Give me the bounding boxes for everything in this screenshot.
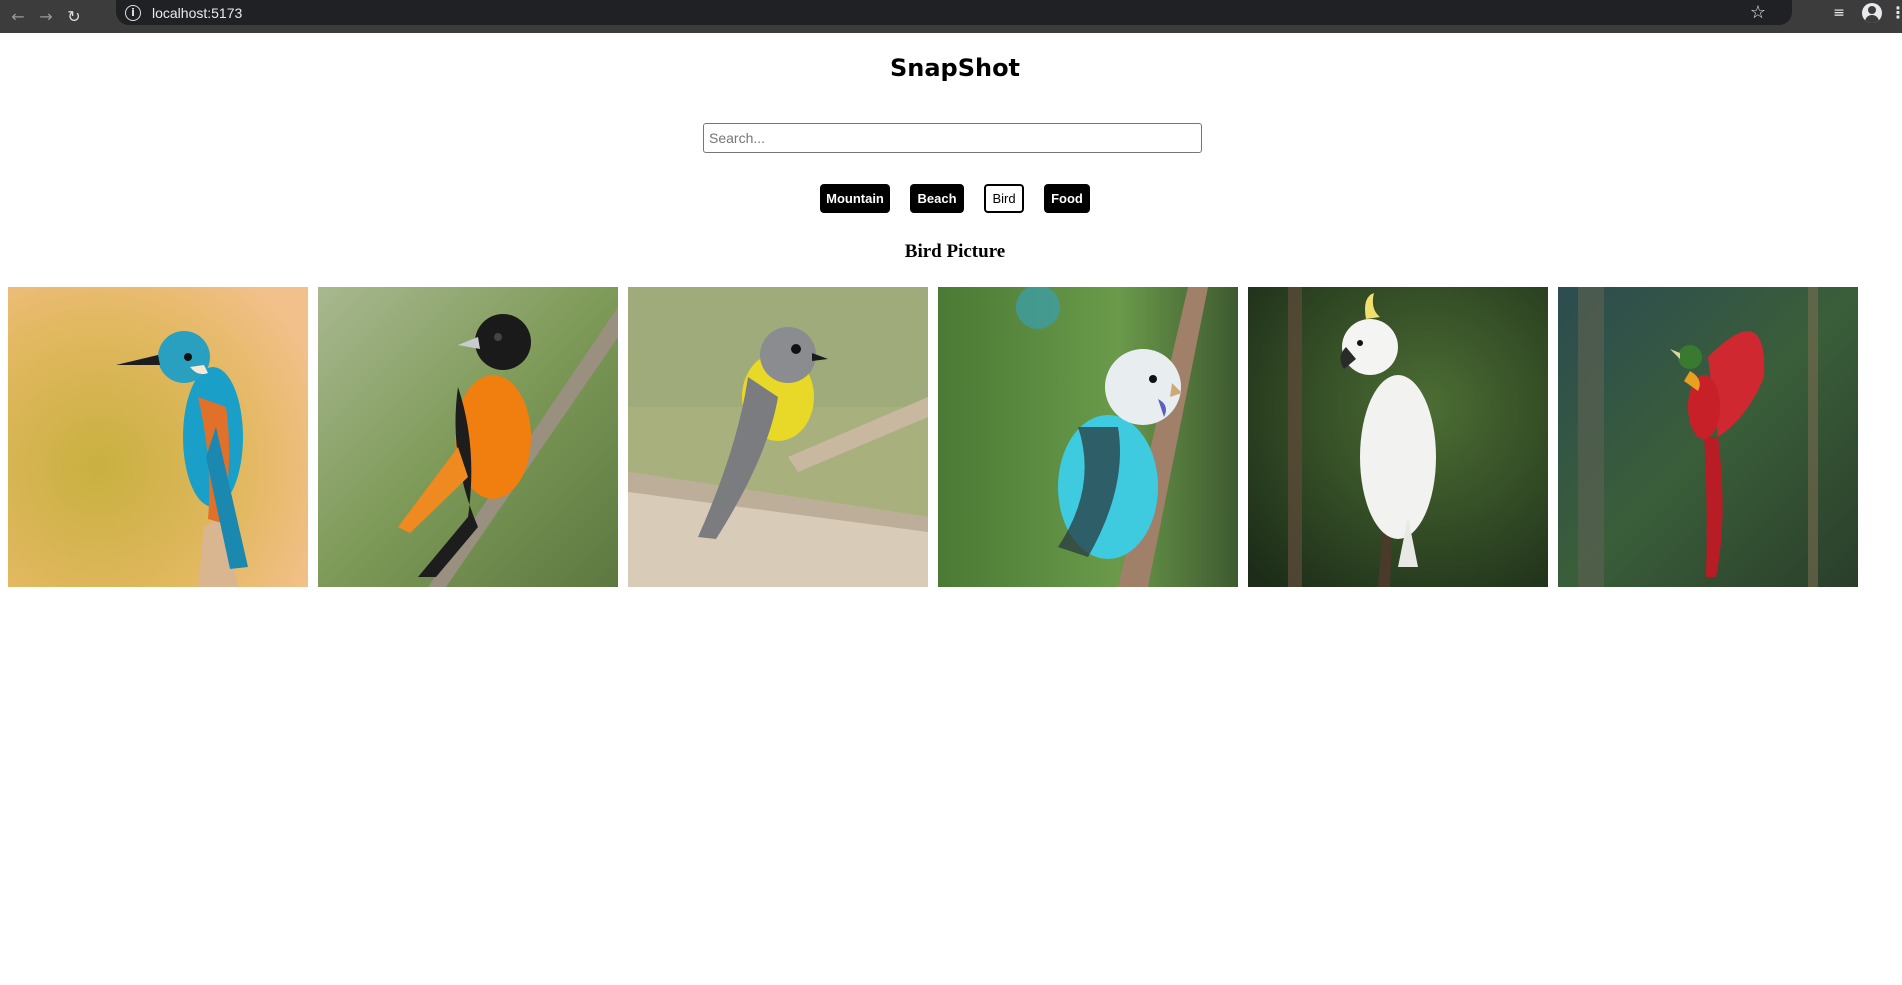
- cockatoo-photo[interactable]: [1248, 287, 1548, 587]
- bird-filter-button[interactable]: Bird: [984, 184, 1024, 213]
- cockatoo-image: [1248, 287, 1548, 587]
- budgerigar-photo[interactable]: [938, 287, 1238, 587]
- kingfisher-photo[interactable]: [8, 287, 308, 587]
- bird-of-paradise-image: [1558, 287, 1858, 587]
- yellow-robin-image: [628, 287, 928, 587]
- url-text[interactable]: localhost:5173: [152, 5, 242, 21]
- gallery-heading: Bird Picture: [904, 241, 1006, 262]
- bookmark-star-icon[interactable]: ☆: [1750, 2, 1766, 23]
- page-content: SnapShot Mountain Beach Bird Food Bird P…: [0, 33, 1902, 985]
- kingfisher-image: [8, 287, 308, 587]
- forward-arrow-icon[interactable]: →: [32, 3, 60, 31]
- toolbar-right-icons: ≡ ⋮: [1824, 0, 1902, 25]
- bird-of-paradise-photo[interactable]: [1558, 287, 1858, 587]
- yellow-robin-photo[interactable]: [628, 287, 928, 587]
- app-title: SnapShot: [889, 54, 1021, 82]
- beach-filter-button[interactable]: Beach: [910, 184, 964, 213]
- budgerigar-image: [938, 287, 1238, 587]
- profile-icon[interactable]: [1862, 2, 1882, 23]
- food-filter-button[interactable]: Food: [1044, 184, 1090, 213]
- oriole-photo[interactable]: [318, 287, 618, 587]
- filter-button-group: Mountain Beach Bird Food: [0, 184, 1902, 213]
- address-bar[interactable]: i localhost:5173 ☆: [116, 0, 1792, 25]
- media-controls-icon[interactable]: ≡: [1824, 5, 1854, 21]
- mountain-filter-button[interactable]: Mountain: [820, 184, 890, 213]
- back-arrow-icon[interactable]: ←: [4, 3, 32, 31]
- menu-icon[interactable]: ⋮: [1890, 3, 1902, 22]
- search-input[interactable]: [703, 123, 1202, 153]
- site-info-icon[interactable]: i: [125, 4, 141, 21]
- reload-icon[interactable]: ↻: [60, 3, 88, 31]
- oriole-image: [318, 287, 618, 587]
- browser-toolbar: ← → ↻ i localhost:5173 ☆ ≡ ⋮: [0, 0, 1902, 33]
